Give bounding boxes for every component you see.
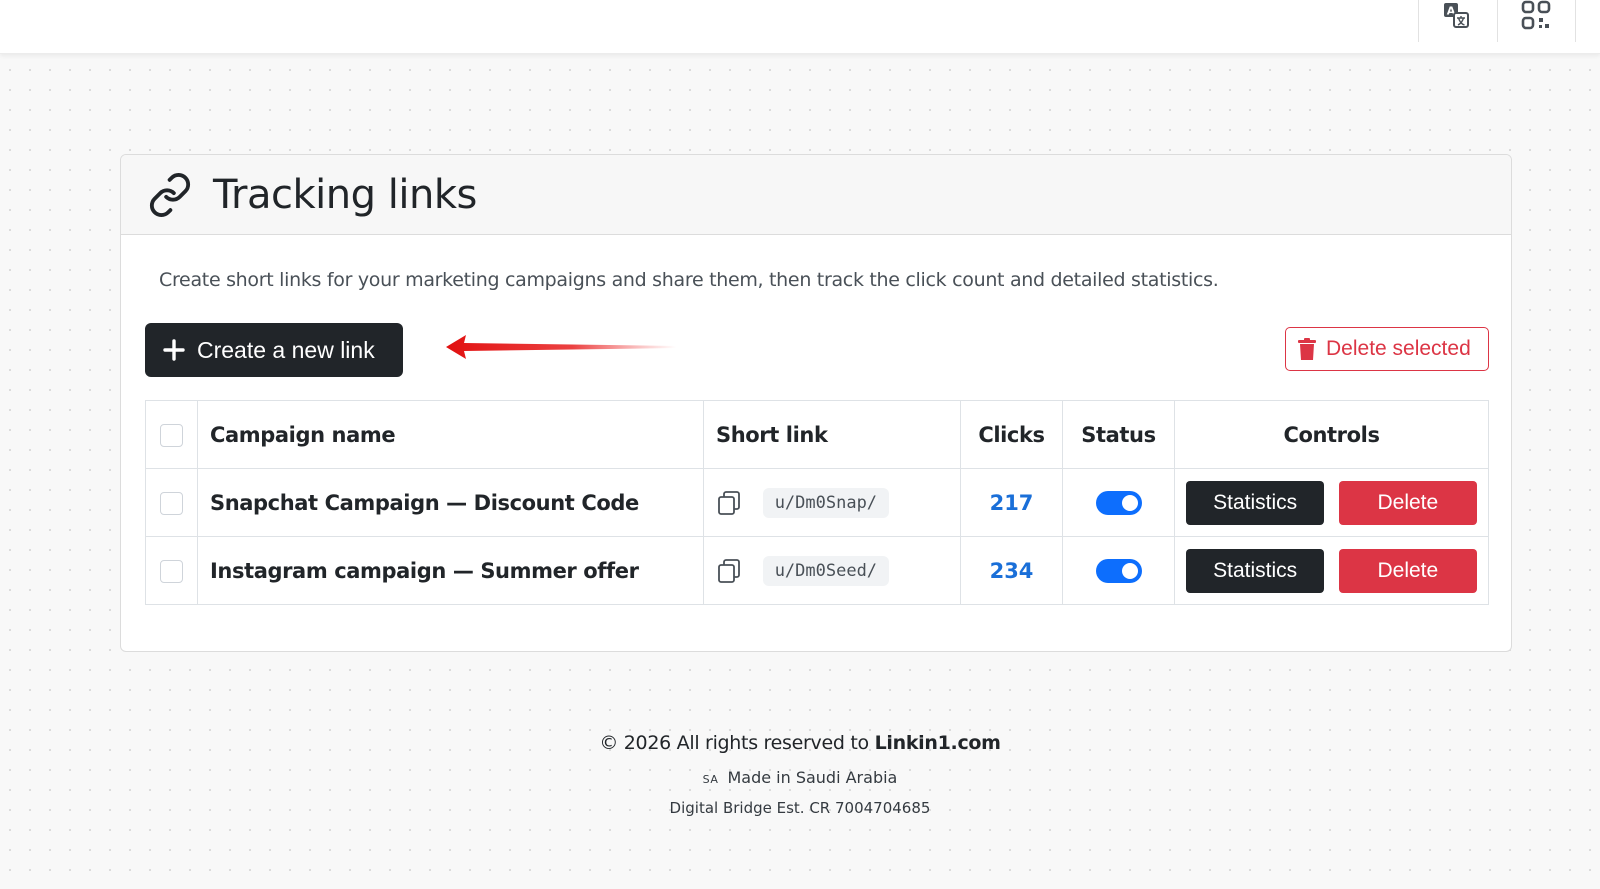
short-link-cell: u/Dm0Snap/ (703, 468, 961, 537)
footer-copyright: © 2026 All rights reserved to Linkin1.co… (0, 732, 1600, 754)
campaign-name: Snapchat Campaign — Discount Code (210, 490, 639, 515)
clicks-count[interactable]: 217 (990, 491, 1034, 515)
footer-company: Digital Bridge Est. CR 7004704685 (669, 799, 931, 817)
copy-icon[interactable] (716, 490, 742, 516)
short-link-code[interactable]: u/Dm0Seed/ (762, 555, 890, 586)
page-title: Tracking links (213, 171, 477, 218)
made-in-text: Made in Saudi Arabia (727, 768, 898, 787)
create-link-button[interactable]: Create a new link (145, 323, 403, 377)
create-link-label: Create a new link (197, 336, 375, 363)
row-checkbox[interactable] (160, 559, 183, 583)
controls-cell: Statistics Delete (1174, 468, 1489, 537)
top-bar: A (0, 0, 1600, 54)
card-header: Tracking links (121, 155, 1511, 235)
tracking-links-card: Tracking links Create short links for yo… (120, 154, 1512, 652)
qr-code-icon[interactable] (1512, 0, 1560, 30)
clicks-cell: 217 (960, 468, 1063, 537)
header-clicks: Clicks (960, 400, 1063, 469)
table-header-row: Campaign name Short link Clicks Status C… (145, 400, 1489, 469)
translate-icon[interactable]: A (1432, 0, 1480, 30)
header-campaign-name: Campaign name (197, 400, 704, 469)
header-status: Status (1062, 400, 1175, 469)
statistics-button[interactable]: Statistics (1186, 480, 1325, 525)
status-cell (1062, 468, 1175, 537)
statistics-button[interactable]: Statistics (1186, 548, 1325, 593)
plus-icon (163, 339, 185, 361)
short-link-code[interactable]: u/Dm0Snap/ (762, 487, 890, 518)
short-link-cell: u/Dm0Seed/ (703, 536, 961, 605)
campaign-name-cell: Snapchat Campaign — Discount Code (197, 468, 704, 537)
table-row: Snapchat Campaign — Discount Code u/Dm0S… (145, 468, 1489, 537)
delete-selected-button[interactable]: Delete selected (1285, 327, 1489, 371)
topbar-divider (1418, 0, 1419, 42)
copyright-text: © 2026 All rights reserved to (599, 732, 869, 754)
topbar-divider (1575, 0, 1576, 42)
red-arrow-annotation (446, 335, 676, 359)
clicks-cell: 234 (960, 536, 1063, 605)
flag-icon: SA (702, 773, 719, 786)
copy-icon[interactable] (716, 558, 742, 584)
status-cell (1062, 536, 1175, 605)
page-description: Create short links for your marketing ca… (159, 269, 1219, 291)
delete-button[interactable]: Delete (1338, 548, 1477, 593)
clicks-count[interactable]: 234 (990, 559, 1034, 583)
table-row: Instagram campaign — Summer offer u/Dm0S… (145, 536, 1489, 605)
controls-cell: Statistics Delete (1174, 536, 1489, 605)
site-link[interactable]: Linkin1.com (875, 732, 1001, 754)
row-select-cell (145, 468, 198, 537)
row-checkbox[interactable] (160, 491, 183, 515)
header-controls: Controls (1174, 400, 1489, 469)
footer-made-in: SA Made in Saudi Arabia (0, 768, 1600, 787)
delete-selected-label: Delete selected (1326, 337, 1471, 360)
links-table: Campaign name Short link Clicks Status C… (145, 400, 1489, 605)
select-all-checkbox[interactable] (160, 423, 183, 447)
link-icon (149, 172, 191, 217)
delete-button[interactable]: Delete (1338, 480, 1477, 525)
topbar-divider (1497, 0, 1498, 42)
trash-icon (1298, 338, 1316, 360)
row-select-cell (145, 536, 198, 605)
select-all-cell (145, 400, 198, 469)
campaign-name-cell: Instagram campaign — Summer offer (197, 536, 704, 605)
status-toggle[interactable] (1095, 491, 1142, 515)
header-short-link: Short link (703, 400, 961, 469)
campaign-name: Instagram campaign — Summer offer (210, 558, 639, 583)
status-toggle[interactable] (1095, 559, 1142, 583)
